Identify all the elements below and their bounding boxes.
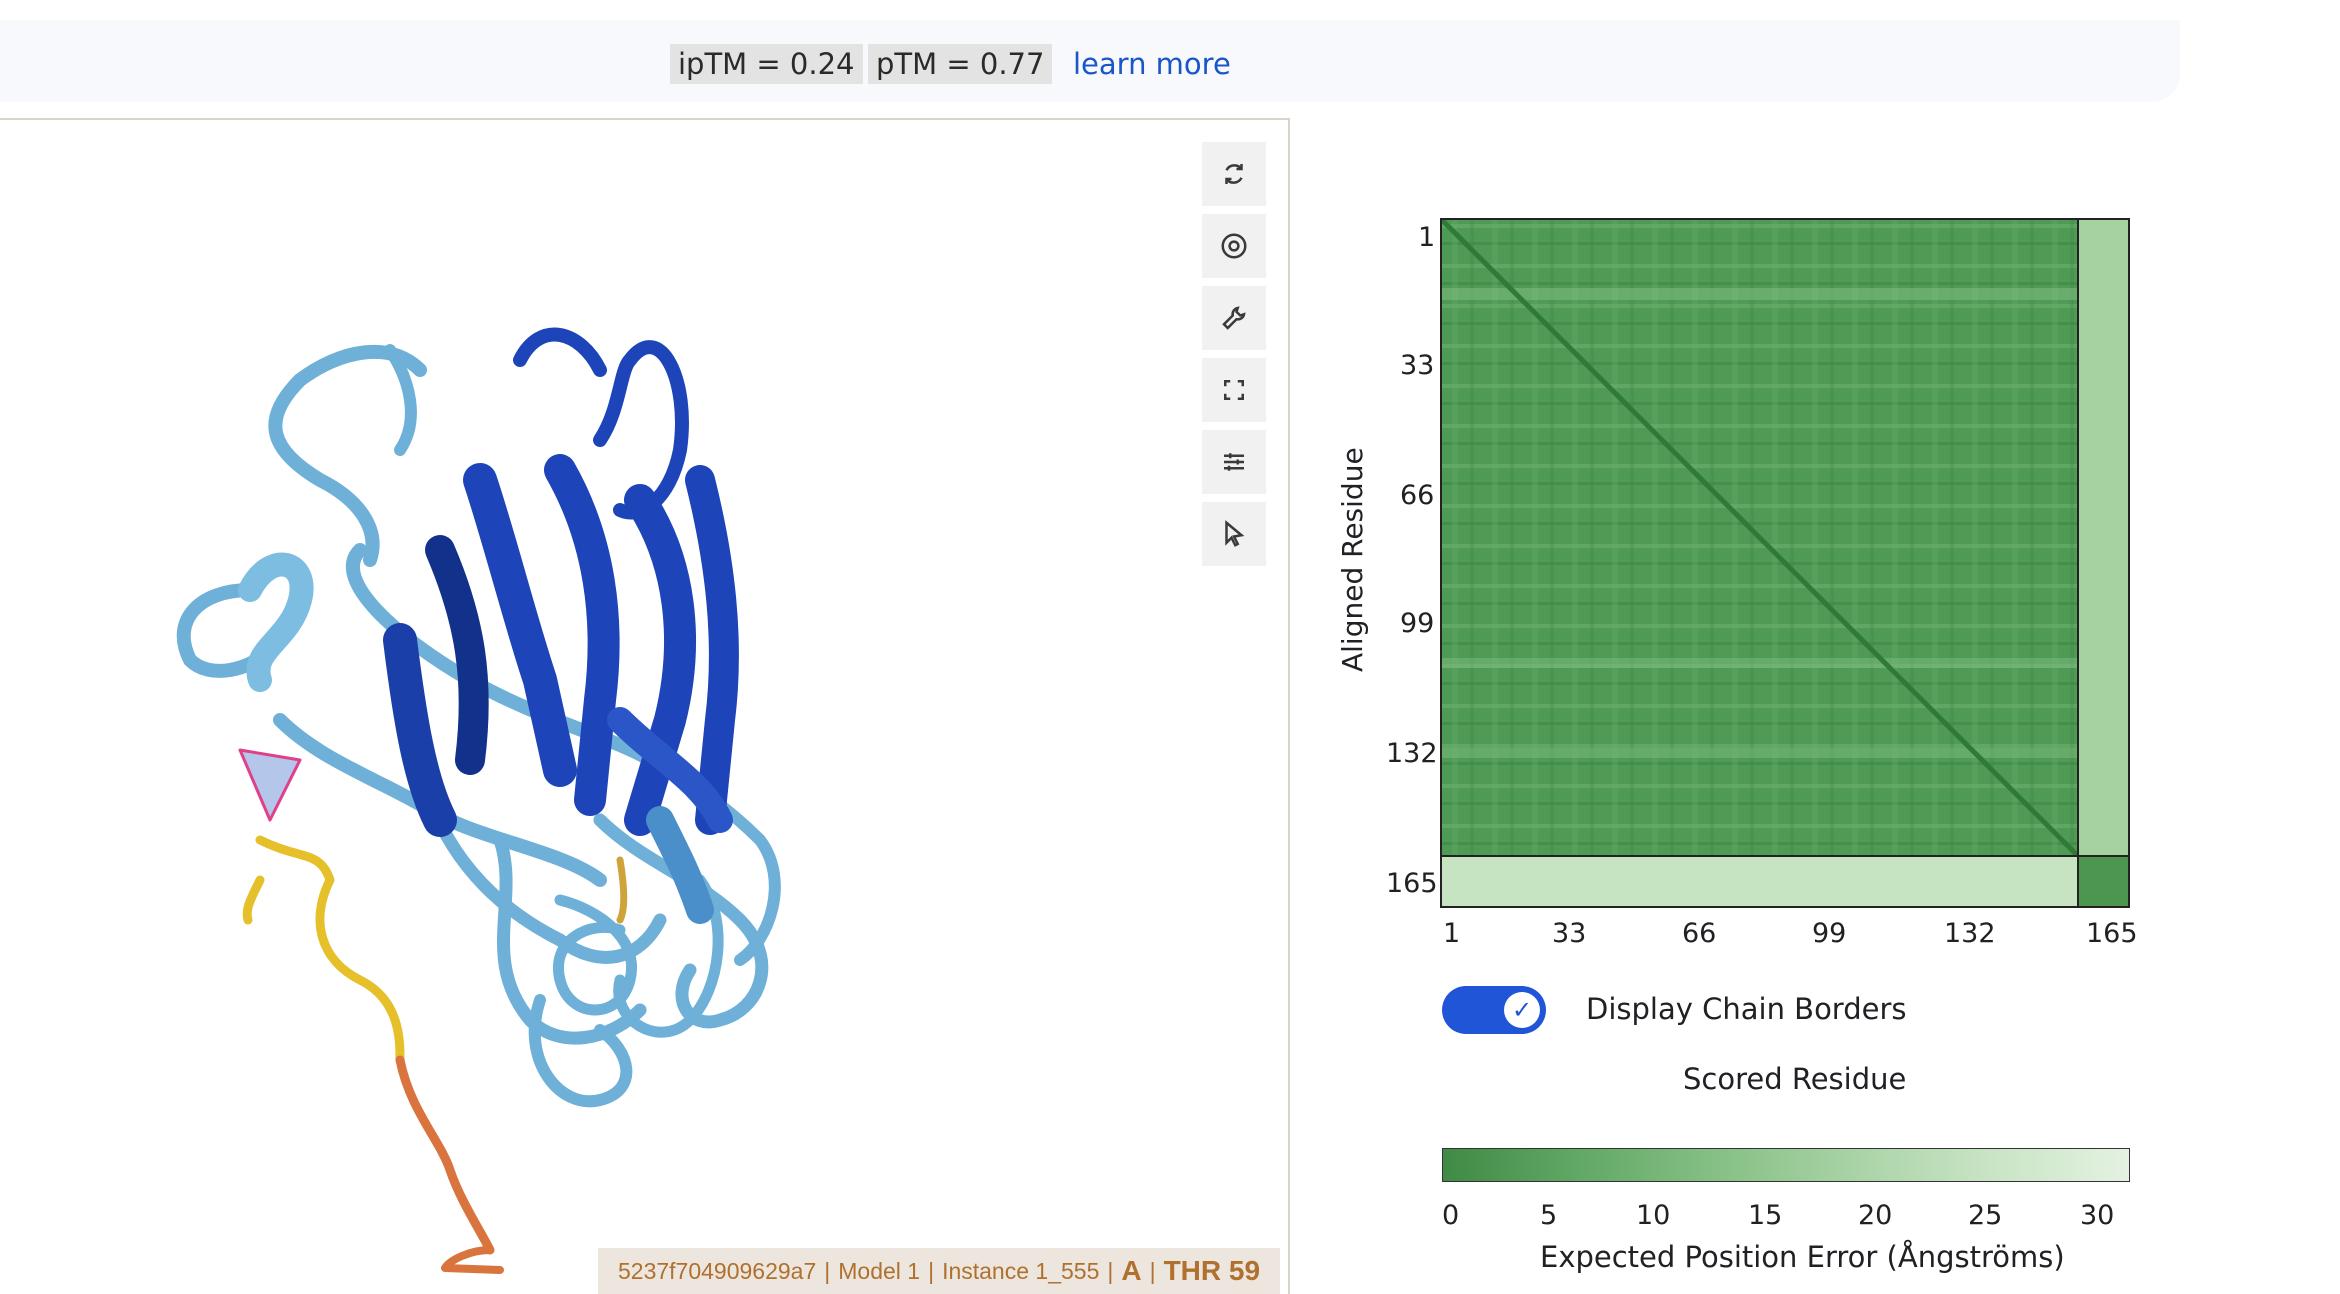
screenshot-icon [1221, 233, 1247, 259]
ptm-score: pTM = 0.77 [868, 44, 1053, 84]
x-tick: 99 [1812, 918, 1847, 949]
check-icon: ✓ [1504, 992, 1540, 1028]
wrench-icon [1222, 306, 1246, 330]
viewer-toolbar [1202, 142, 1268, 574]
screenshot-button[interactable] [1202, 214, 1266, 278]
x-tick: 1 [1443, 918, 1461, 949]
structure-id: 5237f704909629a7 [618, 1257, 817, 1284]
pae-heatmap[interactable] [1440, 218, 2130, 908]
selection-status-bar: 5237f704909629a7 | Model 1 | Instance 1_… [598, 1248, 1281, 1294]
y-tick: 66 [1400, 480, 1435, 511]
reset-view-icon [1225, 164, 1243, 184]
colorbar-tick: 10 [1636, 1200, 1671, 1231]
y-tick: 1 [1418, 222, 1436, 253]
x-axis-label: Scored Residue [1683, 1062, 1907, 1096]
y-axis-label: Aligned Residue [1336, 447, 1369, 672]
x-tick: 165 [2086, 918, 2138, 949]
colorbar-tick: 30 [2080, 1200, 2115, 1231]
settings-button[interactable] [1202, 430, 1266, 494]
reset-view-button[interactable] [1202, 142, 1266, 206]
settings-sliders-icon [1224, 453, 1244, 471]
colorbar-label: Expected Position Error (Ångströms) [1540, 1240, 2065, 1274]
colorbar-tick: 5 [1540, 1200, 1558, 1231]
residue-label: THR 59 [1163, 1255, 1261, 1286]
separator: | [824, 1257, 831, 1284]
fullscreen-icon [1224, 380, 1244, 400]
model-label: Model 1 [838, 1257, 921, 1284]
metrics-bar: ipTM = 0.24 pTM = 0.77 learn more [0, 20, 2180, 102]
instance-label: Instance 1_555 [942, 1257, 1100, 1284]
colorbar-tick: 20 [1858, 1200, 1893, 1231]
x-tick: 132 [1944, 918, 1996, 949]
colorbar-tick: 25 [1968, 1200, 2003, 1231]
y-tick: 132 [1386, 738, 1438, 769]
pointer-select-icon [1225, 520, 1245, 547]
y-tick: 99 [1400, 608, 1435, 639]
y-tick: 165 [1386, 868, 1438, 899]
chain-borders-label: Display Chain Borders [1586, 992, 1907, 1026]
colorbar-tick: 0 [1442, 1200, 1460, 1231]
y-tick: 33 [1400, 350, 1435, 381]
tools-button[interactable] [1202, 286, 1266, 350]
structure-viewer[interactable]: 5237f704909629a7 | Model 1 | Instance 1_… [0, 118, 1290, 1294]
x-tick: 33 [1552, 918, 1587, 949]
chain-label: A [1121, 1255, 1142, 1286]
x-tick: 66 [1682, 918, 1717, 949]
chain-borders-toggle[interactable]: ✓ [1442, 986, 1546, 1034]
separator: | [928, 1257, 935, 1284]
fullscreen-button[interactable] [1202, 358, 1266, 422]
protein-structure-render[interactable] [0, 120, 1288, 1294]
iptm-score: ipTM = 0.24 [670, 44, 863, 84]
learn-more-link[interactable]: learn more [1073, 44, 1231, 84]
colorbar-tick: 15 [1748, 1200, 1783, 1231]
pae-colorbar [1442, 1148, 2130, 1182]
separator: | [1149, 1257, 1156, 1284]
select-mode-button[interactable] [1202, 502, 1266, 566]
separator: | [1107, 1257, 1114, 1284]
